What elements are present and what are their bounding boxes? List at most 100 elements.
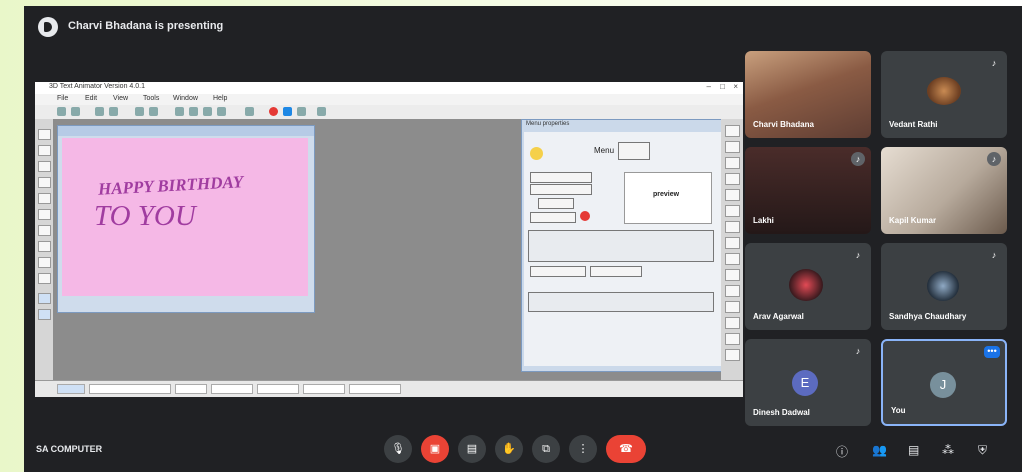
participant-tile[interactable]: ♪ Lakhi xyxy=(745,147,871,234)
participant-tile-self[interactable]: J ••• You xyxy=(881,339,1007,426)
lightbulb-icon xyxy=(530,147,543,160)
participant-video xyxy=(927,271,959,301)
dialog-body: Menu preview xyxy=(524,132,722,366)
mic-off-icon: ♪ xyxy=(991,58,997,68)
participant-tile[interactable]: ♪ Vedant Rathi xyxy=(881,51,1007,138)
participant-name: Kapil Kumar xyxy=(889,216,937,225)
status-cell xyxy=(175,384,207,394)
tool-icon xyxy=(38,161,51,172)
maximize-icon: □ xyxy=(720,82,725,91)
tool-icon xyxy=(38,129,51,140)
menu-selector xyxy=(618,142,650,160)
tool-icon xyxy=(38,257,51,268)
left-tool-palette xyxy=(35,119,53,381)
toolbar-button-icon xyxy=(189,107,198,116)
tool-icon xyxy=(38,309,51,320)
participant-name: Arav Agarwal xyxy=(753,312,804,321)
tool-icon xyxy=(38,225,51,236)
participant-video xyxy=(927,77,961,105)
status-cell xyxy=(349,384,401,394)
menu-item: File xyxy=(57,95,69,102)
avatar: J xyxy=(930,372,956,398)
participant-name: Dinesh Dadwal xyxy=(753,408,810,417)
toolbar-button-icon xyxy=(245,107,254,116)
meeting-details-icon[interactable]: ⓘ xyxy=(836,443,848,460)
host-controls-icon[interactable]: ⛨ xyxy=(978,443,987,458)
dialog-button xyxy=(530,172,592,183)
toolbar-button-icon xyxy=(317,107,326,116)
birthday-canvas: HAPPY BIRTHDAY TO YOU xyxy=(62,138,308,296)
tool-icon xyxy=(725,285,740,297)
status-cell xyxy=(303,384,345,394)
activities-icon[interactable]: ⁂ xyxy=(942,443,954,457)
tool-icon xyxy=(38,209,51,220)
tool-icon xyxy=(725,301,740,313)
dialog-title: Menu properties xyxy=(526,121,570,127)
dialog-button xyxy=(590,266,642,277)
menu-item: View xyxy=(113,95,129,102)
participant-tile[interactable]: Charvi Bhadana xyxy=(745,51,871,138)
menu-properties-dialog: Menu properties Menu preview xyxy=(521,119,731,372)
camera-off-button[interactable]: ▣ xyxy=(421,435,449,463)
toolbar-button-icon xyxy=(175,107,184,116)
chat-icon[interactable]: ▤ xyxy=(908,443,919,457)
tool-icon xyxy=(725,125,740,137)
tool-icon xyxy=(38,177,51,188)
tool-icon xyxy=(38,293,51,304)
leave-call-button[interactable]: ☎ xyxy=(606,435,646,463)
tool-icon xyxy=(38,273,51,284)
menu-item: Tools xyxy=(143,95,160,102)
more-options-button[interactable]: ⋮ xyxy=(569,435,597,463)
people-icon[interactable]: 👥 xyxy=(872,443,887,457)
status-cell xyxy=(89,384,171,394)
participant-name: Sandhya Chaudhary xyxy=(889,312,967,321)
menu-item: Help xyxy=(213,95,228,102)
menu-item: Window xyxy=(173,95,198,102)
app-statusbar xyxy=(35,380,743,397)
mic-off-icon: ♪ xyxy=(855,346,861,356)
app-toolbar xyxy=(35,105,743,120)
canvas-text-line1: HAPPY BIRTHDAY xyxy=(97,172,244,199)
meet-window: Charvi Bhadana is presenting 3D Text Ani… xyxy=(24,6,1022,472)
preview-label: preview xyxy=(653,191,680,198)
mic-off-icon: ♪ xyxy=(987,152,1001,166)
menu-item: Edit xyxy=(85,95,98,102)
tool-icon xyxy=(38,145,51,156)
presentation-icon xyxy=(38,17,58,37)
close-icon: × xyxy=(733,82,738,91)
mic-off-icon: ♪ xyxy=(855,250,861,260)
raise-hand-button[interactable]: ✋ xyxy=(495,435,523,463)
toolbar-button-icon xyxy=(297,107,306,116)
toolbar-button-icon xyxy=(95,107,104,116)
record-icon xyxy=(269,107,278,116)
participant-video xyxy=(789,269,823,301)
tool-icon xyxy=(725,237,740,249)
canvas-text-line2: TO YOU xyxy=(94,200,196,232)
participant-name: Charvi Bhadana xyxy=(753,120,814,129)
toolbar-button-icon xyxy=(57,107,66,116)
toolbar-button-icon xyxy=(109,107,118,116)
participant-name: Vedant Rathi xyxy=(889,120,938,129)
participant-tile[interactable]: E ♪ Dinesh Dadwal xyxy=(745,339,871,426)
participant-tile[interactable]: ♪ Arav Agarwal xyxy=(745,243,871,330)
tool-icon xyxy=(725,269,740,281)
participant-tile[interactable]: ♪ Sandhya Chaudhary xyxy=(881,243,1007,330)
toolbar-button-icon xyxy=(203,107,212,116)
participant-tile[interactable]: ♪ Kapil Kumar xyxy=(881,147,1007,234)
microphone-button[interactable]: 🎙 xyxy=(384,435,412,463)
toolbar-button-icon xyxy=(149,107,158,116)
status-cell xyxy=(257,384,299,394)
present-screen-button[interactable]: ⧉ xyxy=(532,435,560,463)
captions-button[interactable]: ▤ xyxy=(458,435,486,463)
tool-icon xyxy=(38,193,51,204)
preview-box: preview xyxy=(624,172,712,224)
play-icon xyxy=(283,107,292,116)
app-menubar: File Edit View Tools Window Help xyxy=(35,94,743,105)
tool-icon xyxy=(725,205,740,217)
tool-icon xyxy=(725,141,740,153)
tool-icon xyxy=(725,333,740,345)
presenting-text: Charvi Bhadana is presenting xyxy=(68,20,224,32)
app-title: 3D Text Animator Version 4.0.1 xyxy=(49,83,145,90)
more-options-icon[interactable]: ••• xyxy=(984,346,1000,358)
bottom-control-bar: SA COMPUTER 🎙 ▣ ▤ ✋ ⧉ ⋮ ☎ ⓘ 👥 ▤ ⁂ ⛨ xyxy=(24,427,1022,472)
